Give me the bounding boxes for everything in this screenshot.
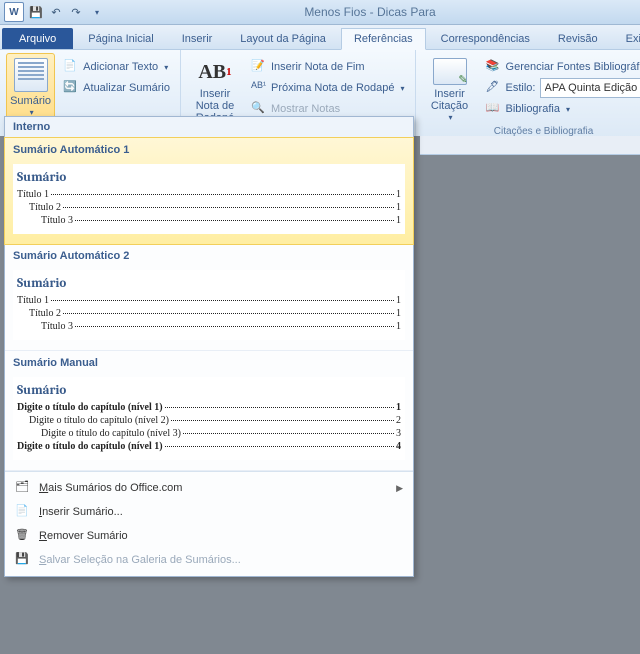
chevron-down-icon: ▾ xyxy=(449,112,453,124)
add-text-label: Adicionar Texto xyxy=(83,61,158,73)
title-bar: W 💾 ↶ ↷ ▾ Menos Fios - Dicas Para xyxy=(0,0,640,25)
insert-footnote-button[interactable]: AB1 Inserir Nota de Rodapé xyxy=(187,53,243,125)
menuitem-label: Mais Sumários do Office.com xyxy=(39,482,182,494)
insert-citation-label: Inserir Citação xyxy=(423,88,477,112)
toc-line: Título 21 xyxy=(17,308,401,319)
ribbon-tabs: Arquivo Página Inicial Inserir Layout da… xyxy=(0,25,640,50)
save-gallery-icon: 💾 xyxy=(15,552,31,568)
office-icon: 🗂 xyxy=(15,480,31,496)
toc-line: Digite o título do capítulo (nível 1)4 xyxy=(17,441,401,452)
insert-toc-menuitem[interactable]: 📄 Inserir Sumário... xyxy=(5,500,413,524)
update-toc-label: Atualizar Sumário xyxy=(83,82,170,94)
bibliography-button[interactable]: 📖 Bibliografia▾ xyxy=(482,99,640,119)
style-icon: 🖋 xyxy=(486,80,502,96)
show-notes-label: Mostrar Notas xyxy=(271,103,340,115)
gallery-section-header: Interno xyxy=(5,117,413,138)
save-gallery-menuitem: 💾 Salvar Seleção na Galeria de Sumários.… xyxy=(5,548,413,572)
footnote-icon: AB1 xyxy=(199,58,231,85)
bibliography-label: Bibliografia xyxy=(506,103,560,115)
sumario-gallery: Interno Sumário Automático 1 Sumário Tít… xyxy=(4,116,414,577)
horizontal-ruler[interactable] xyxy=(420,136,640,155)
undo-icon[interactable]: ↶ xyxy=(48,4,64,20)
tab-review[interactable]: Revisão xyxy=(545,28,611,49)
gallery-item-title: Sumário Automático 1 xyxy=(13,144,405,156)
menuitem-label: Salvar Seleção na Galeria de Sumários... xyxy=(39,554,241,566)
next-footnote-label: Próxima Nota de Rodapé xyxy=(271,82,395,94)
save-icon[interactable]: 💾 xyxy=(28,4,44,20)
toc-preview: Sumário Título 11 Título 21 Título 31 xyxy=(13,270,405,340)
sumario-label: Sumário xyxy=(10,95,51,107)
toc-heading: Sumário xyxy=(17,383,401,398)
gallery-footer-menu: 🗂 Mais Sumários do Office.com ▶ 📄 Inseri… xyxy=(5,471,413,576)
style-value-input[interactable] xyxy=(540,78,640,98)
tab-references[interactable]: Referências xyxy=(341,28,426,50)
sumario-icon xyxy=(14,58,48,92)
remove-toc-menuitem[interactable]: 🗑 Remover Sumário xyxy=(5,524,413,548)
group-citations: Inserir Citação ▾ 📚 Gerenciar Fontes Bib… xyxy=(416,50,640,138)
sumario-button[interactable]: Sumário ▾ xyxy=(6,53,55,125)
next-footnote-button[interactable]: AB¹ Próxima Nota de Rodapé▾ xyxy=(247,78,409,98)
citation-icon xyxy=(433,58,467,85)
manage-sources-label: Gerenciar Fontes Bibliográfica xyxy=(506,61,640,73)
quick-access-toolbar: W 💾 ↶ ↷ ▾ xyxy=(4,2,104,22)
menuitem-label: Remover Sumário xyxy=(39,530,128,542)
toc-heading: Sumário xyxy=(17,170,401,185)
redo-icon[interactable]: ↷ xyxy=(68,4,84,20)
menuitem-label: Inserir Sumário... xyxy=(39,506,123,518)
toc-line: Digite o título do capítulo (nível 3)3 xyxy=(17,428,401,439)
gallery-item-auto1[interactable]: Sumário Automático 1 Sumário Título 11 Tí… xyxy=(4,137,414,245)
toc-preview: Sumário Título 11 Título 21 Título 31 xyxy=(13,164,405,234)
toc-line: Título 21 xyxy=(17,202,401,213)
update-toc-button[interactable]: 🔄 Atualizar Sumário xyxy=(59,78,174,98)
toc-line: Digite o título do capítulo (nível 1)1 xyxy=(17,402,401,413)
endnote-icon: 📝 xyxy=(251,59,267,75)
add-text-button[interactable]: 📄 Adicionar Texto▾ xyxy=(59,57,174,77)
next-footnote-icon: AB¹ xyxy=(251,80,267,96)
bibliography-icon: 📖 xyxy=(486,101,502,117)
toc-preview: Sumário Digite o título do capítulo (nív… xyxy=(13,377,405,460)
gallery-item-manual[interactable]: Sumário Manual Sumário Digite o título d… xyxy=(5,351,413,471)
gallery-item-title: Sumário Manual xyxy=(13,357,405,369)
more-office-toc-menuitem[interactable]: 🗂 Mais Sumários do Office.com ▶ xyxy=(5,476,413,500)
add-text-icon: 📄 xyxy=(63,59,79,75)
tab-mailings[interactable]: Correspondências xyxy=(428,28,543,49)
tab-home[interactable]: Página Inicial xyxy=(75,28,166,49)
style-select[interactable]: 🖋 Estilo: xyxy=(482,78,640,98)
insert-toc-icon: 📄 xyxy=(15,504,31,520)
toc-line: Título 11 xyxy=(17,189,401,200)
insert-citation-button[interactable]: Inserir Citação ▾ xyxy=(422,53,478,125)
gallery-item-title: Sumário Automático 2 xyxy=(13,250,405,262)
update-icon: 🔄 xyxy=(63,80,79,96)
manage-sources-button[interactable]: 📚 Gerenciar Fontes Bibliográfica xyxy=(482,57,640,77)
tab-insert[interactable]: Inserir xyxy=(169,28,226,49)
toc-line: Título 31 xyxy=(17,321,401,332)
toc-line: Digite o título do capítulo (nível 2)2 xyxy=(17,415,401,426)
document-title: Menos Fios - Dicas Para xyxy=(104,5,636,19)
qat-customize-icon[interactable]: ▾ xyxy=(88,4,104,20)
style-label: Estilo: xyxy=(506,82,536,94)
show-notes-icon: 🔍 xyxy=(251,101,267,117)
gallery-item-auto2[interactable]: Sumário Automático 2 Sumário Título 11 Tí… xyxy=(5,244,413,351)
insert-endnote-button[interactable]: 📝 Inserir Nota de Fim xyxy=(247,57,409,77)
toc-heading: Sumário xyxy=(17,276,401,291)
toc-line: Título 31 xyxy=(17,215,401,226)
tab-view[interactable]: Exib xyxy=(613,28,640,49)
tab-layout[interactable]: Layout da Página xyxy=(227,28,339,49)
tab-file[interactable]: Arquivo xyxy=(2,28,73,49)
insert-endnote-label: Inserir Nota de Fim xyxy=(271,61,365,73)
word-app-icon[interactable]: W xyxy=(4,2,24,22)
manage-sources-icon: 📚 xyxy=(486,59,502,75)
remove-toc-icon: 🗑 xyxy=(15,528,31,544)
toc-line: Título 11 xyxy=(17,295,401,306)
submenu-arrow-icon: ▶ xyxy=(396,483,403,494)
